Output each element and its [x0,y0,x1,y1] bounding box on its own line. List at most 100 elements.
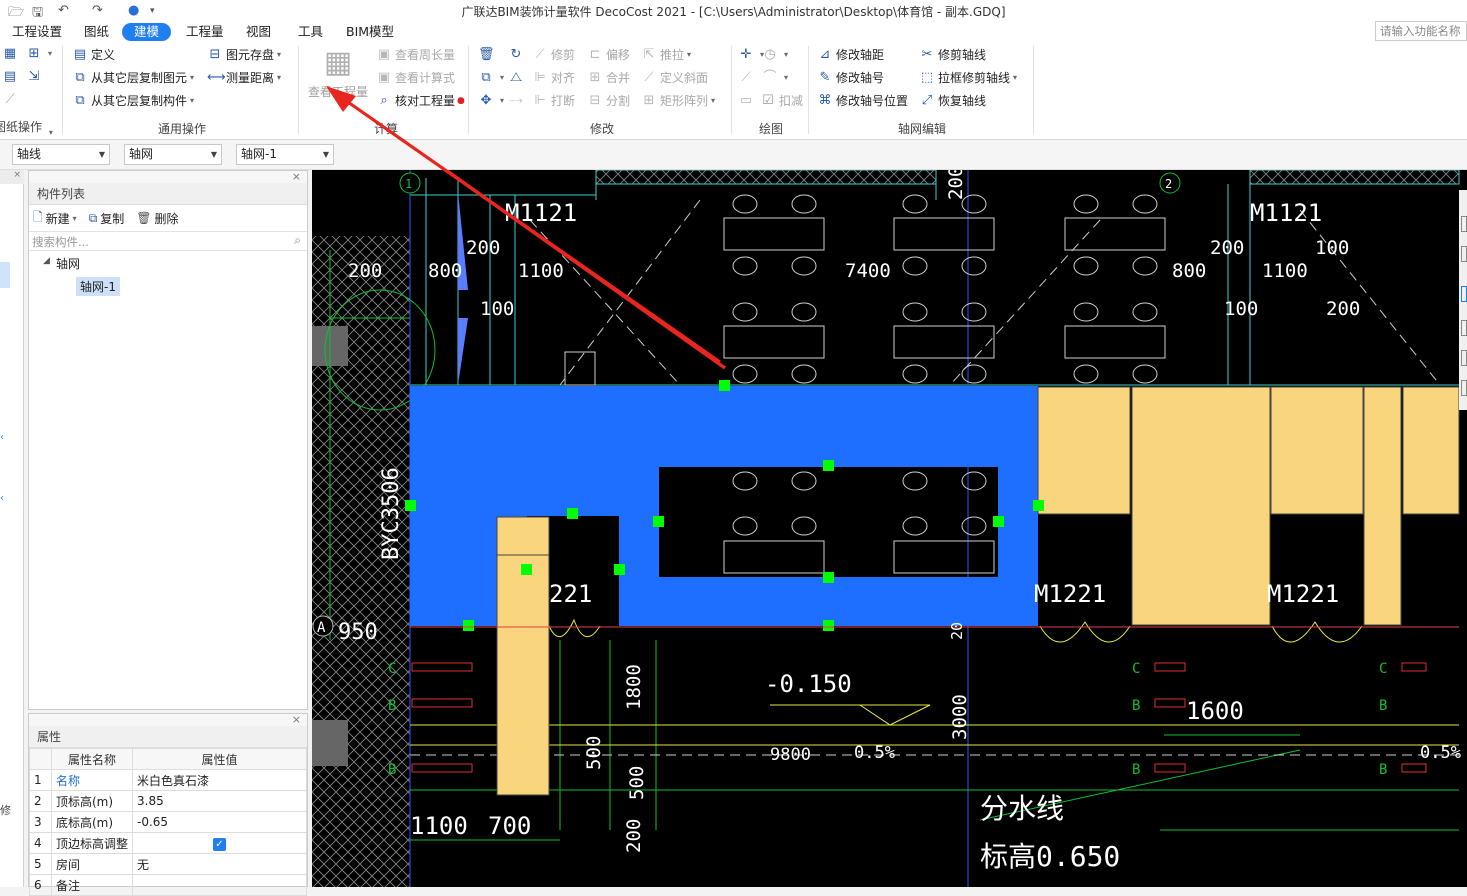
copy-button[interactable]: ⧉ 复制 [89,210,125,227]
wall-hatch [595,170,937,185]
view-formula-button[interactable]: ▣ 查看计算式 [376,68,455,88]
view-quantity-button[interactable]: 查看工程量 [308,83,368,100]
trim-axis-button[interactable]: ✂ 修剪轴线 [919,45,986,65]
table-row[interactable]: 5 房间无 [29,853,307,875]
point-icon[interactable]: ✛ ▾ [738,45,764,65]
merge-button[interactable]: ⊞ 合并 [587,68,630,88]
svg-text:M1121: M1121 [505,199,577,227]
tool-icon[interactable] [1461,380,1467,396]
tree-node-root[interactable]: ◢ 轴网 [29,251,307,275]
collapse-icon[interactable]: ◢ [43,256,50,266]
cad-canvas[interactable]: M1121 M1121 200 800 1100 7400 200 800 11… [312,170,1467,887]
table-row[interactable]: 2 顶标高(m) 3.85 [29,790,307,812]
svg-text:B: B [1132,698,1140,714]
top-elevation-checkbox[interactable]: ✓ [213,837,226,851]
component-search-input[interactable]: 搜索构件... ⌕ [29,231,307,251]
svg-text:1100: 1100 [1262,260,1308,282]
search-icon[interactable]: ⌕ [294,233,301,248]
close-icon[interactable]: × [0,170,24,184]
break-button[interactable]: ⊩ 打断 [532,91,575,111]
tab-tools[interactable]: 工具 [292,23,329,41]
svg-text:C: C [388,661,396,677]
rect-array-button[interactable]: ⊞ 矩形阵列 ▾ [641,91,715,111]
copy-elem-button[interactable]: ⧉ 从其它层复制图元 ▾ [72,68,194,88]
tool-icon[interactable] [1461,216,1467,232]
divider [1033,46,1034,134]
nav-item[interactable]: 修 [0,802,11,818]
copy-icon: ⧉ [88,210,98,225]
category-select[interactable]: 轴线 ▼ [12,144,110,165]
view-perimeter-button[interactable]: ▣ 查看周长量 [376,45,455,65]
align-icon: ⊫ [534,70,546,85]
offset-button[interactable]: ⊏ 偏移 [587,45,630,65]
table-row[interactable]: 4 顶边标高调整 ✓ [29,832,307,854]
tab-drawings[interactable]: 图纸 [78,23,115,41]
modify-axis-number-pos-button[interactable]: ⌘ 修改轴号位置 [817,91,909,111]
define-icon: ▤ [73,47,87,62]
delete-button[interactable]: 🗑 删除 [136,210,178,227]
view-quantity-icon[interactable]: ▦ [321,46,355,80]
align-button[interactable]: ⊫ 对齐 [532,68,575,88]
expand-icon[interactable]: ‹ [0,493,4,504]
tree-node-child[interactable]: 轴网-1 [29,275,307,299]
nav-item[interactable] [0,262,10,288]
layer-icon[interactable]: ▤ [2,67,21,87]
line-icon[interactable]: ⟋ [2,90,21,110]
component-select[interactable]: 轴网-1 ▼ [236,144,334,165]
svg-text:1: 1 [405,177,412,191]
new-button[interactable]: 🗋 新建 ▾ [33,208,77,229]
trim-button[interactable]: ⟋ 修剪 [532,45,575,65]
define-button[interactable]: ▤ 定义 [72,45,115,65]
mirror-icon[interactable]: ⧍ [508,68,527,88]
column [312,720,348,766]
measure-button[interactable]: ⟷ 测量距离 ▾ [207,68,281,88]
tool-icon[interactable] [1461,246,1467,262]
table-icon[interactable]: ⊞ ▾ [26,44,52,64]
box-trim-axis-button[interactable]: ⬚ 拉框修剪轴线 ▾ [919,68,1017,88]
tab-view[interactable]: 视图 [240,23,277,41]
modify-axis-number-button[interactable]: ✎ 修改轴号 [817,68,884,88]
tool-icon[interactable] [1461,350,1467,366]
tab-modeling[interactable]: 建模 [122,23,172,41]
restore-axis-button[interactable]: ⤢ 恢复轴线 [919,91,986,111]
circle-icon[interactable]: ◷ ▾ [762,45,788,65]
divider [298,46,299,134]
copy-comp-button[interactable]: ⧉ 从其它层复制构件 ▾ [72,91,194,111]
import-icon[interactable]: ⇲ [26,67,45,87]
table-row[interactable]: 6 备注 [29,874,307,896]
push-button[interactable]: ⇱ 推拉 ▾ [641,45,691,65]
svg-text:200: 200 [348,260,382,282]
function-search-input[interactable]: 请输入功能名称 [1375,21,1467,41]
split-button[interactable]: ⊟ 分割 [587,91,630,111]
tab-bim-model[interactable]: BIM模型 [340,23,400,41]
type-select[interactable]: 轴网 ▼ [124,144,222,165]
deduct-checkbox[interactable]: ☑ 扣减 [760,91,803,111]
svg-text:200: 200 [1326,298,1360,320]
rotate-icon[interactable]: ↻ [508,45,527,65]
table-row[interactable]: 3 底标高(m) -0.65 [29,811,307,833]
line-icon[interactable]: ⟋ [738,68,757,88]
cad-drawing[interactable]: M1121 M1121 200 800 1100 7400 200 800 11… [312,170,1467,887]
tab-quantity[interactable]: 工程量 [180,23,230,41]
grid-icon[interactable]: ▦ [2,44,21,64]
arc-icon[interactable]: ⌒ ▾ [762,68,788,88]
delete-icon[interactable]: 🗑 [478,45,497,65]
expand-icon[interactable]: ‹ [0,432,4,443]
tool-icon[interactable] [1461,320,1467,336]
copy-icon[interactable]: ⧉ ▾ [478,68,504,88]
properties-title: 属性 [29,726,307,748]
table-row[interactable]: 1 名称 米白色真石漆 [29,769,307,791]
extend-icon[interactable]: ⤍ [508,91,527,111]
tool-icon[interactable] [1461,286,1467,302]
slope-button[interactable]: ⟋ 定义斜面 [641,68,708,88]
modify-axis-distance-button[interactable]: ⊿ 修改轴距 [817,45,884,65]
door [458,318,468,385]
svg-text:200: 200 [623,819,645,853]
save-elem-button[interactable]: ⊟ 图元存盘 ▾ [207,45,281,65]
array-icon: ⊞ [643,93,655,108]
rect-icon[interactable]: ▭ [738,91,757,111]
check-quantity-button[interactable]: ⌕ 核对工程量 ● [376,91,465,111]
tab-project-settings[interactable]: 工程设置 [6,23,68,41]
formula-icon: ▣ [377,70,391,85]
move-icon[interactable]: ✥ ▾ [478,91,504,111]
